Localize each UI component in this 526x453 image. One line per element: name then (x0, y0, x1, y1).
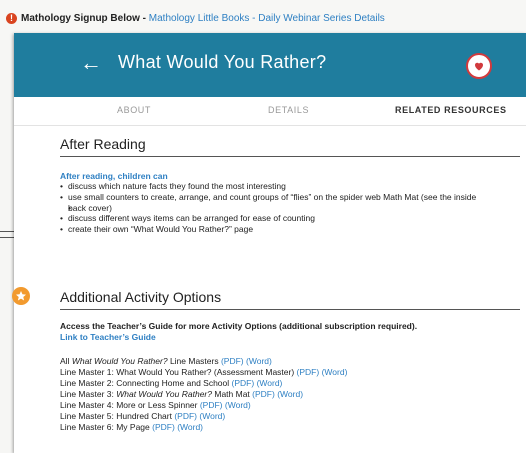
section-divider (60, 156, 520, 157)
line-master-row: Line Master 4: More or Less Spinner (PDF… (60, 400, 251, 410)
banner-link[interactable]: Mathology Little Books - Daily Webinar S… (149, 13, 385, 24)
banner-prefix: Mathology Signup Below - (21, 13, 149, 25)
line-master-row: Line Master 3: What Would You Rather? Ma… (60, 389, 304, 399)
page-title: What Would You Rather? (118, 52, 327, 72)
tab-related-resources[interactable]: RELATED RESOURCES (395, 105, 507, 115)
tab-details[interactable]: DETAILS (268, 105, 309, 115)
tab-bar: ABOUT DETAILS RELATED RESOURCES (14, 97, 526, 125)
pdf-link[interactable]: (PDF) (232, 378, 255, 388)
tab-about[interactable]: ABOUT (117, 105, 151, 115)
after-reading-list: discuss which nature facts they found th… (60, 181, 520, 235)
word-link[interactable]: (Word) (177, 422, 203, 432)
pdf-link[interactable]: (PDF) (200, 400, 223, 410)
tab-divider (14, 125, 526, 126)
pdf-link[interactable]: (PDF) (174, 411, 197, 421)
list-item-continued: back cover) (68, 203, 520, 214)
line-master-row: Line Master 6: My Page (PDF) (Word) (60, 422, 204, 432)
favorite-button[interactable] (466, 53, 492, 79)
activity-access-text: Access the Teacher’s Guide for more Acti… (60, 321, 418, 331)
section-divider (60, 309, 520, 310)
after-reading-heading: After Reading (60, 136, 146, 152)
star-icon (16, 291, 26, 301)
activity-heading: Additional Activity Options (60, 289, 222, 305)
list-item: create their own “What Would You Rather?… (60, 224, 520, 235)
line-master-row: Line Master 2: Connecting Home and Schoo… (60, 378, 283, 388)
list-item: discuss different ways items can be arra… (60, 213, 520, 224)
line-master-row: All What Would You Rather? Line Masters … (60, 356, 272, 366)
word-link[interactable]: (Word) (225, 400, 251, 410)
list-item: discuss which nature facts they found th… (60, 181, 520, 192)
word-link[interactable]: (Word) (277, 389, 303, 399)
word-link[interactable]: (Word) (322, 367, 348, 377)
list-item: use small counters to create, arrange, a… (60, 192, 520, 203)
heart-icon (475, 62, 483, 71)
pdf-link[interactable]: (PDF) (252, 389, 275, 399)
back-arrow-icon[interactable]: ← (76, 48, 106, 78)
word-link[interactable]: (Word) (199, 411, 225, 421)
teachers-guide-link[interactable]: Link to Teacher’s Guide (60, 332, 156, 343)
word-link[interactable]: (Word) (257, 378, 283, 388)
line-master-row: Line Master 5: Hundred Chart (PDF) (Word… (60, 411, 226, 421)
pdf-link[interactable]: (PDF) (297, 367, 320, 377)
star-badge (12, 287, 30, 305)
word-link[interactable]: (Word) (246, 356, 272, 366)
line-master-row: Line Master 1: What Would You Rather? (A… (60, 367, 348, 377)
resource-header: ← What Would You Rather? (14, 33, 526, 97)
pdf-link[interactable]: (PDF) (152, 422, 175, 432)
warning-icon: ! (6, 13, 17, 24)
pdf-link[interactable]: (PDF) (221, 356, 244, 366)
resource-card: ← What Would You Rather? ABOUT DETAILS R… (12, 33, 526, 453)
